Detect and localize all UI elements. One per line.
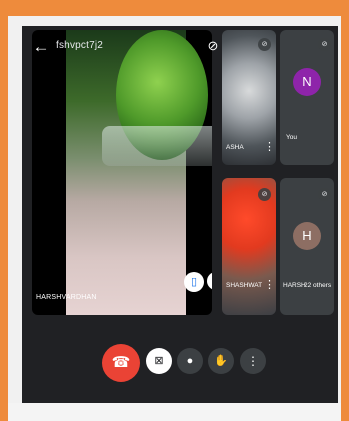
main-video-tile[interactable]: HARSHVARDHAN ▯ ⛶ xyxy=(32,30,212,315)
bottom-strip xyxy=(8,403,341,421)
muted-mic-icon: ⊘ xyxy=(318,38,331,51)
avatar: N xyxy=(293,68,321,96)
arrow-left-icon: ← xyxy=(32,37,50,56)
pin-button[interactable]: ▯ xyxy=(184,272,204,292)
meeting-code: fshvpct7j2 xyxy=(56,40,104,51)
participant-tile-asha[interactable]: ⊘ ASHA ⋮ xyxy=(222,30,276,165)
raise-hand-button[interactable]: ✋ xyxy=(208,348,234,374)
more-vert-icon[interactable]: ⋮ xyxy=(264,280,275,291)
participant-tile-you[interactable]: ⊘ N You xyxy=(280,30,334,165)
you-label: You xyxy=(286,134,297,141)
main-video-feed xyxy=(66,30,212,315)
muted-mic-icon: ⊘ xyxy=(258,188,271,201)
participant-tile-others[interactable]: ⊘ H HARSH 22 others xyxy=(280,178,334,315)
camera-toggle-button[interactable]: ⊠ xyxy=(146,348,172,374)
more-options-button[interactable]: ⋮ xyxy=(240,348,266,374)
mic-icon: ● xyxy=(186,355,194,367)
more-vert-icon: ⋮ xyxy=(247,354,259,368)
video-content-glass xyxy=(102,126,212,166)
pin-icon: ▯ xyxy=(190,276,198,288)
avatar: H xyxy=(293,222,321,250)
participant-name: HARSH xyxy=(283,282,306,289)
more-vert-icon[interactable]: ⋮ xyxy=(264,142,275,153)
participant-tile-shashwat[interactable]: ⊘ SHASHWAT ⋮ xyxy=(222,178,276,315)
meet-screen: HARSHVARDHAN ▯ ⛶ ← fshvpct7j2 ⊘ ↻ ✱ ⊘ AS… xyxy=(22,26,338,403)
end-call-icon: ☎ xyxy=(111,354,131,371)
back-button[interactable]: ← xyxy=(32,38,50,56)
camera-off-icon: ⊠ xyxy=(154,355,164,367)
participant-name: SHASHWAT xyxy=(226,282,263,289)
end-call-button[interactable]: ☎ xyxy=(102,344,140,382)
participant-name: ASHA xyxy=(226,144,244,151)
mute-toggle-button[interactable]: ⊘ xyxy=(204,37,222,55)
raise-hand-icon: ✋ xyxy=(214,355,228,367)
mic-toggle-button[interactable]: ● xyxy=(177,348,203,374)
mute-icon: ⊘ xyxy=(207,38,219,53)
muted-mic-icon: ⊘ xyxy=(258,38,271,51)
main-tile-participant-name: HARSHVARDHAN xyxy=(36,294,97,301)
muted-mic-icon: ⊘ xyxy=(318,188,331,201)
others-count: 22 others xyxy=(304,282,332,289)
fullscreen-button[interactable]: ⛶ xyxy=(207,272,212,290)
